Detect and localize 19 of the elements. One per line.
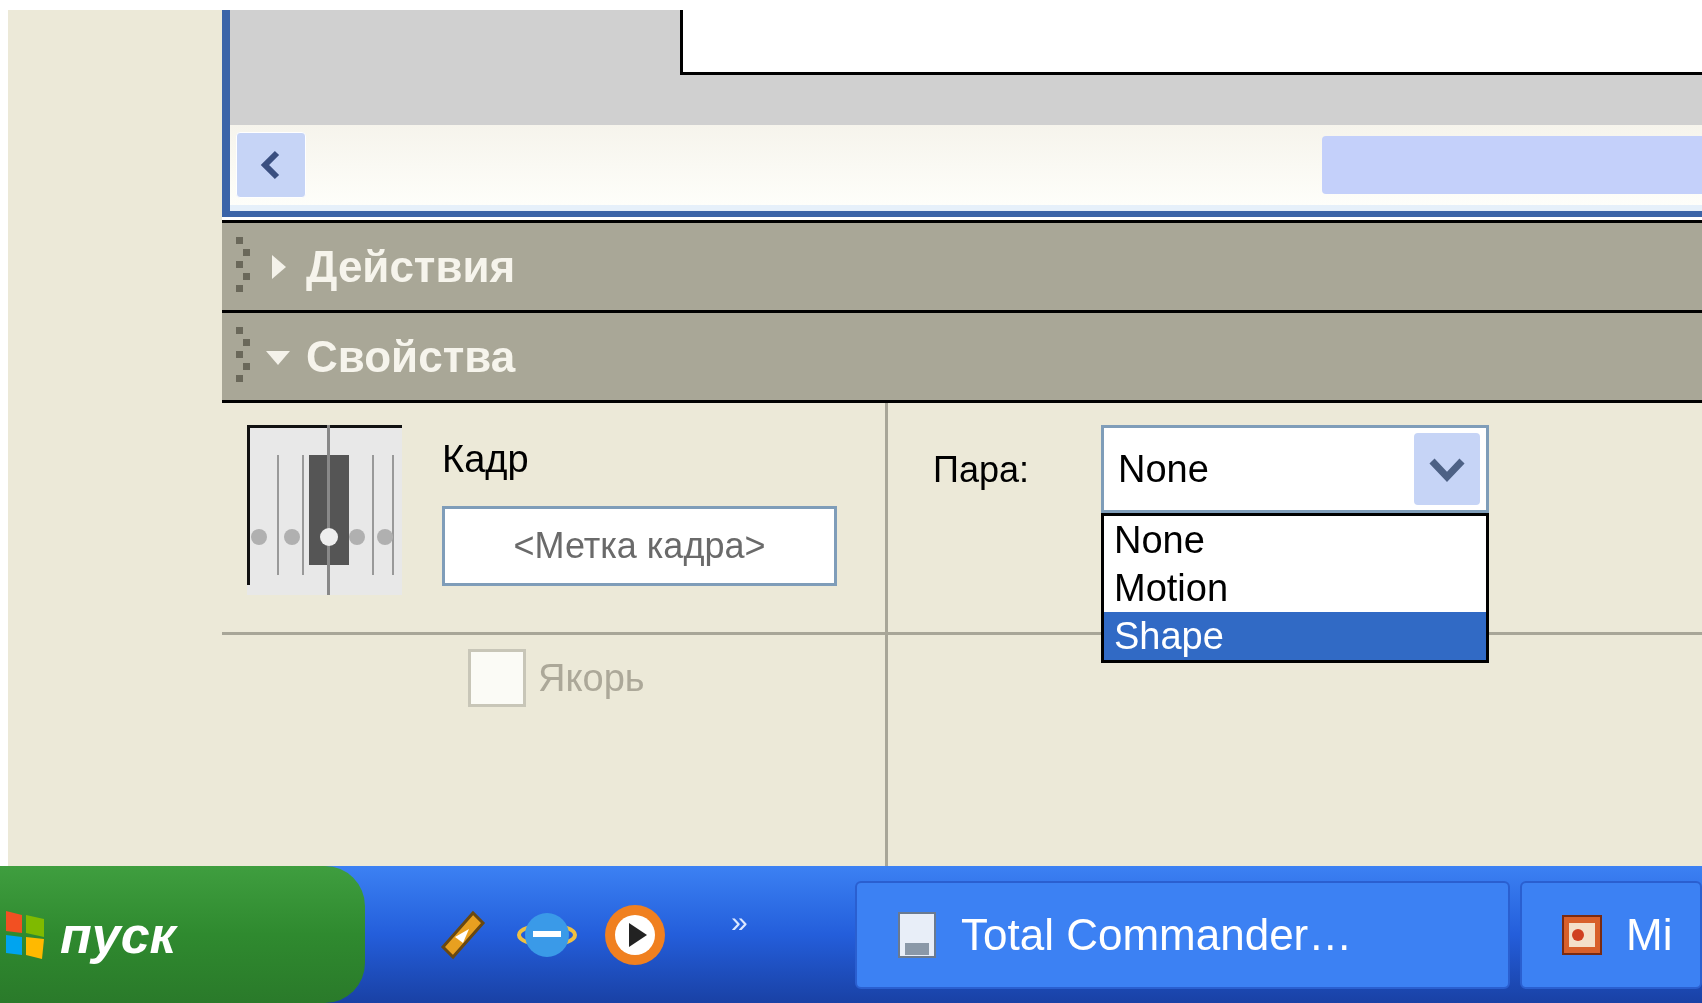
tween-label: Пара: — [933, 448, 1029, 492]
panel-title: Свойства — [306, 330, 516, 383]
scroll-left-button[interactable] — [236, 132, 306, 198]
frame-label-field[interactable]: <Метка кадра> — [442, 506, 837, 586]
dropdown-option[interactable]: None — [1104, 516, 1486, 564]
dropdown-option[interactable]: Shape — [1104, 612, 1486, 660]
start-button[interactable]: пуск — [0, 866, 365, 1003]
taskbar-button[interactable]: Total Commander… — [855, 880, 1510, 989]
dropdown-option[interactable]: Motion — [1104, 564, 1486, 612]
frame-label: Кадр — [442, 437, 530, 482]
tween-dropdown[interactable]: None — [1101, 425, 1489, 513]
taskbar-button[interactable]: Mi — [1520, 880, 1702, 989]
presentation-icon — [1562, 914, 1602, 955]
scroll-thumb[interactable] — [1322, 136, 1702, 194]
panel-title: Действия — [306, 240, 516, 293]
media-player-icon[interactable] — [603, 902, 667, 967]
anchor-label: Якорь — [538, 655, 645, 701]
frame-timeline-icon — [247, 425, 402, 595]
more-button[interactable]: » — [731, 898, 748, 944]
